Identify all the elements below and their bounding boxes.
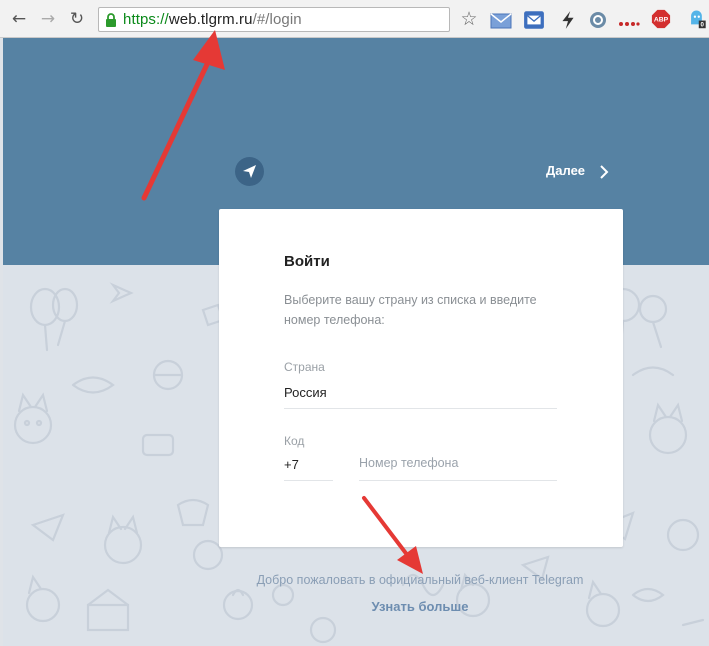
address-bar[interactable]: https://web.tlgrm.ru/#/login [98, 7, 450, 32]
star-icon[interactable]: ☆ [458, 9, 480, 29]
ghost-icon[interactable]: 0 [687, 9, 709, 29]
paper-plane-icon [243, 165, 256, 178]
learn-more-link[interactable]: Узнать больше [0, 599, 709, 614]
phone-input[interactable]: Номер телефона [359, 456, 458, 470]
url-text: https://web.tlgrm.ru/#/login [123, 11, 302, 29]
next-link[interactable]: Далее [546, 163, 585, 179]
url-scheme: https:// [123, 11, 169, 28]
phone-underline [359, 480, 557, 481]
gmail-icon[interactable] [490, 11, 512, 31]
code-label: Код [284, 434, 305, 448]
more-dots-icon[interactable] [618, 14, 640, 34]
inbox-icon[interactable] [523, 10, 545, 30]
chevron-right-icon[interactable] [599, 165, 609, 179]
telegram-logo [235, 157, 264, 186]
url-path: /#/login [252, 11, 302, 28]
login-description: Выберите вашу страну из списка и введите… [284, 293, 537, 327]
adblock-label: ABP [654, 17, 669, 24]
reload-icon[interactable]: ↻ [67, 9, 87, 29]
code-underline [284, 480, 333, 481]
browser-toolbar: ← → ↻ https://web.tlgrm.ru/#/login ☆ ABP [0, 0, 709, 38]
lock-icon [106, 13, 116, 27]
code-input[interactable]: +7 [284, 457, 299, 472]
login-card: Войти Выберите вашу страну из списка и в… [219, 209, 623, 547]
forward-icon[interactable]: → [38, 9, 58, 29]
country-label: Страна [284, 360, 325, 374]
country-underline [284, 408, 557, 409]
adblock-icon[interactable]: ABP [650, 9, 672, 29]
back-icon[interactable]: ← [9, 9, 29, 29]
lightning-icon[interactable] [557, 10, 579, 30]
sync-icon[interactable] [587, 10, 609, 30]
url-host: web.tlgrm.ru [168, 11, 253, 28]
login-title: Войти [284, 253, 330, 270]
extension-badge: 0 [701, 22, 705, 29]
welcome-text: Добро пожаловать в официальный веб-клиен… [256, 573, 584, 587]
country-select[interactable]: Россия [284, 385, 327, 400]
